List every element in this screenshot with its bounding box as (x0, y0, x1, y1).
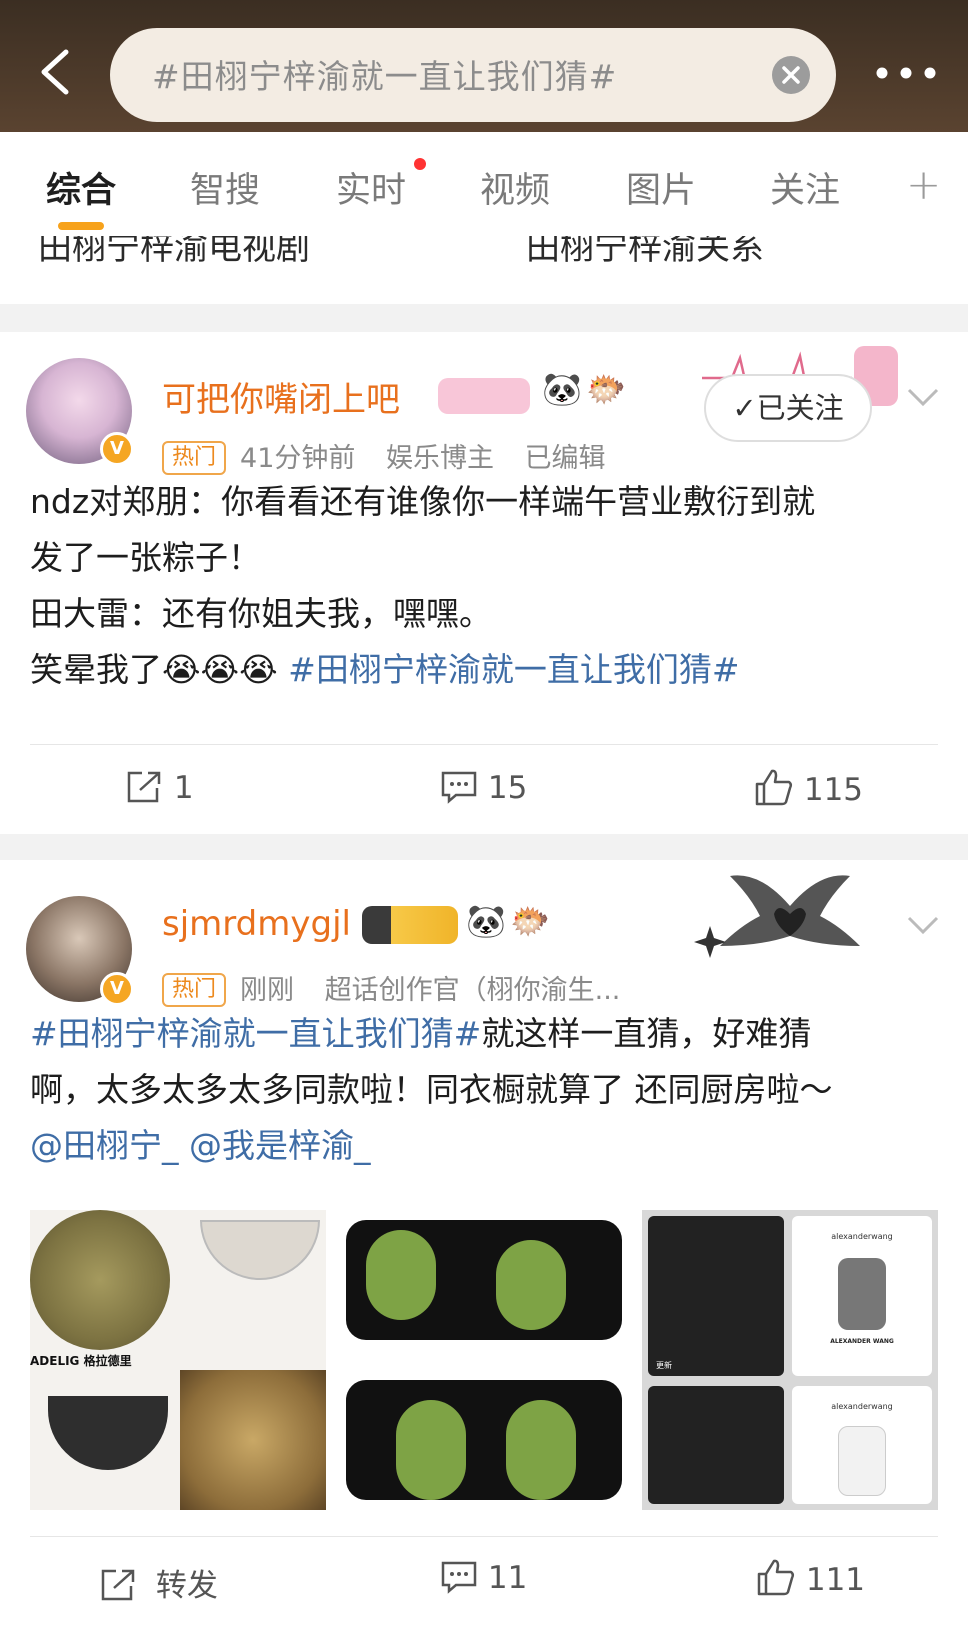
comment-icon (441, 771, 477, 804)
post-meta: 热门 41分钟前 娱乐博主 已编辑 (162, 436, 606, 475)
fan-badge-icon (438, 378, 530, 414)
add-tab-icon[interactable]: + (906, 160, 941, 209)
post-image[interactable]: ADELIG 格拉德里 (30, 1210, 326, 1510)
post-card: V 可把你嘴闭上吧 🐼 🐡 热门 41分钟前 娱乐博主 已编辑 ✓已关注 ndz对… (0, 332, 968, 834)
comment-icon (441, 1561, 477, 1594)
check-icon: ✓ (732, 391, 757, 425)
follow-button[interactable]: ✓已关注 (704, 374, 872, 442)
username[interactable]: sjmrdmygjl (162, 904, 351, 944)
related-searches: 田栩宁梓渝电视剧 田栩宁梓渝关系 (0, 236, 968, 304)
hoodie-image (838, 1258, 886, 1330)
crying-emoji: 😭😭😭 (162, 650, 278, 689)
fish-icon: 🐡 (586, 370, 626, 408)
post-image[interactable] (336, 1210, 632, 1510)
hashtag-link[interactable]: #田栩宁梓渝就一直让我们猜# (30, 1014, 481, 1053)
tab-following[interactable]: 关注 (770, 162, 840, 213)
search-input[interactable]: #田栩宁梓渝就一直让我们猜# (110, 28, 836, 122)
tab-comprehensive[interactable]: 综合 (46, 162, 116, 213)
sticker-character-image (366, 1230, 436, 1320)
zongzi-image (30, 1210, 170, 1350)
sticker-character-image (506, 1400, 576, 1500)
panda-icon: 🐼 (542, 370, 582, 408)
post-text: #田栩宁梓渝就一直让我们猜#就这样一直猜，好难猜 啊，太多太多太多同款啦！同衣橱… (30, 1014, 833, 1165)
hot-badge: 热门 (162, 973, 227, 1007)
hot-badge: 热门 (162, 441, 227, 475)
like-button[interactable]: 111 (756, 1558, 865, 1598)
back-arrow-icon[interactable] (30, 44, 86, 100)
active-tab-indicator (58, 222, 104, 230)
mention-link[interactable]: @我是梓渝_ (189, 1126, 371, 1165)
thumbs-up-icon (757, 1559, 795, 1596)
divider (30, 744, 938, 745)
related-search-item[interactable]: 田栩宁梓渝电视剧 (38, 236, 310, 269)
photo-page-image (648, 1216, 784, 1376)
search-query: #田栩宁梓渝就一直让我们猜# (152, 57, 618, 96)
black-bowl-image (48, 1396, 168, 1470)
like-button[interactable]: 115 (754, 768, 863, 808)
hashtag-link[interactable]: #田栩宁梓渝就一直让我们猜# (278, 650, 739, 689)
sticker-text-image (346, 1380, 622, 1500)
post-card: V sjmrdmygjl 🐼 🐡 热门 刚刚 超话创作官（栩你渝生... #田栩宁… (0, 860, 968, 1645)
sticker-character-image (396, 1400, 466, 1500)
verified-badge: V (100, 972, 134, 1006)
chevron-down-icon[interactable] (906, 386, 940, 408)
edited-label: 已编辑 (524, 443, 606, 474)
product-label: ADELIG 格拉德里 (30, 1354, 132, 1368)
sticker-character-image (496, 1240, 566, 1330)
divider (30, 1536, 938, 1537)
share-icon (127, 771, 161, 803)
comment-button[interactable]: 15 (440, 770, 527, 806)
thumbs-up-icon (755, 769, 793, 806)
repost-button[interactable]: 转发 (100, 1560, 218, 1605)
photo-page-image (648, 1386, 784, 1504)
bowl-image (200, 1220, 320, 1280)
white-hoodie-image (838, 1426, 886, 1496)
post-time: 41分钟前 (240, 443, 356, 474)
post-image[interactable]: alexanderwang ALEXANDER WANG 更新 alexande… (642, 1210, 938, 1510)
tab-bar: 综合 智搜 实时 视频 图片 关注 + (0, 132, 968, 236)
tab-video[interactable]: 视频 (480, 162, 550, 213)
more-options-icon[interactable] (872, 58, 956, 88)
tab-realtime[interactable]: 实时 (336, 162, 406, 213)
tab-smart-search[interactable]: 智搜 (190, 162, 260, 213)
chevron-down-icon[interactable] (906, 914, 940, 936)
post-meta: 热门 刚刚 超话创作官（栩你渝生... (162, 968, 620, 1007)
decoration-heart-wings-icon (694, 875, 860, 958)
tab-images[interactable]: 图片 (626, 162, 696, 213)
share-icon (101, 1569, 135, 1601)
user-role: 娱乐博主 (385, 443, 494, 474)
mention-link[interactable]: @田栩宁_ (30, 1126, 179, 1165)
zongzi-plate-image (180, 1370, 326, 1510)
post-time: 刚刚 (240, 975, 295, 1006)
panda-icon: 🐼 (466, 902, 506, 940)
clear-search-icon[interactable] (772, 56, 810, 94)
user-role: 超话创作官（栩你渝生... (324, 975, 621, 1006)
top-bar: #田栩宁梓渝就一直让我们猜# (0, 0, 968, 132)
crown-badge-icon (362, 906, 458, 944)
verified-badge: V (100, 432, 134, 466)
repost-button[interactable]: 1 (126, 770, 194, 806)
post-text: ndz对郑朋：你看看还有谁像你一样端午营业敷衍到就 发了一张粽子！ 田大雷：还有… (30, 482, 816, 689)
username[interactable]: 可把你嘴闭上吧 (162, 372, 400, 421)
new-indicator-dot (414, 158, 426, 170)
related-search-item[interactable]: 田栩宁梓渝关系 (526, 236, 764, 269)
comment-button[interactable]: 11 (440, 1560, 527, 1596)
fish-icon: 🐡 (510, 902, 550, 940)
